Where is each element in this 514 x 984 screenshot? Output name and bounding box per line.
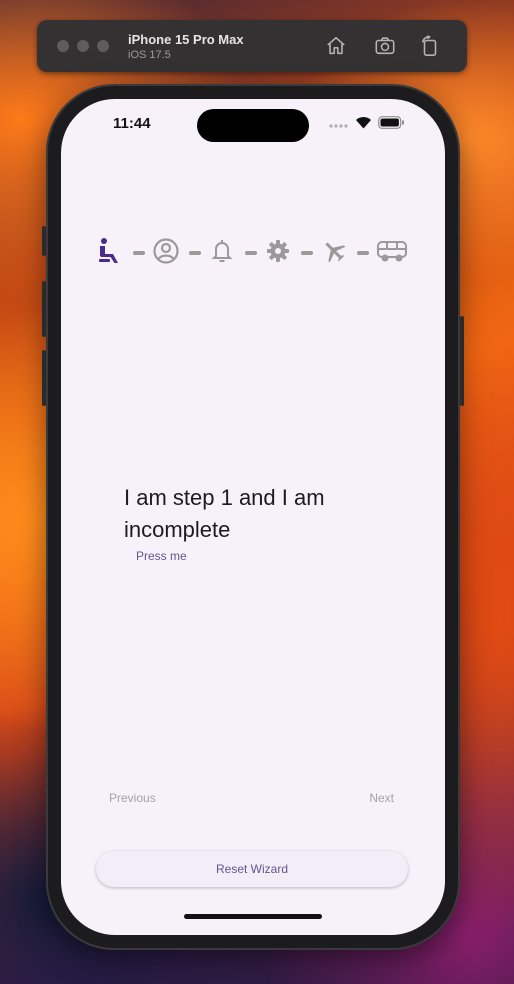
reset-wizard-button[interactable]: Reset Wizard: [96, 851, 408, 887]
bell-icon: [209, 237, 235, 270]
next-button[interactable]: Next: [365, 787, 398, 809]
step-connector: [301, 251, 313, 255]
home-icon[interactable]: [324, 34, 348, 58]
power-button: [460, 316, 464, 406]
wifi-icon: [355, 116, 372, 134]
step-6-bus[interactable]: [375, 239, 409, 267]
simulator-os-version: iOS 17.5: [128, 49, 171, 61]
step-5-flight[interactable]: [319, 239, 349, 267]
seat-icon: [96, 237, 124, 270]
window-zoom-dot[interactable]: [97, 40, 109, 52]
previous-button[interactable]: Previous: [105, 787, 160, 809]
step-content-text: I am step 1 and I am incomplete: [124, 485, 325, 542]
app-screen: 11:44 I am step 1 and I am incomplete Pr…: [61, 99, 445, 935]
simulator-device-name: iPhone 15 Pro Max: [128, 32, 244, 47]
step-3-notifications[interactable]: [207, 239, 237, 267]
step-1-seat[interactable]: [95, 237, 125, 270]
gear-icon: [265, 238, 291, 269]
step-2-account[interactable]: [151, 237, 181, 270]
step-connector: [133, 251, 145, 255]
press-me-button[interactable]: Press me: [122, 544, 201, 568]
status-time: 11:44: [113, 115, 151, 132]
step-connector: [245, 251, 257, 255]
battery-icon: [378, 116, 405, 134]
status-icons: [329, 116, 405, 134]
wizard-stepper: [95, 237, 411, 270]
action-button: [42, 226, 46, 256]
rotate-icon[interactable]: [418, 34, 442, 58]
home-indicator[interactable]: [184, 914, 322, 919]
step-4-settings[interactable]: [263, 239, 293, 267]
step-connector: [357, 251, 369, 255]
window-minimize-dot[interactable]: [77, 40, 89, 52]
screenshot-icon[interactable]: [373, 34, 397, 58]
volume-up-button: [42, 281, 46, 337]
device-frame: 11:44 I am step 1 and I am incomplete Pr…: [42, 86, 464, 948]
simulator-title-bar: iPhone 15 Pro Max iOS 17.5: [37, 20, 467, 72]
dynamic-island: [197, 109, 309, 142]
window-close-dot[interactable]: [57, 40, 69, 52]
step-connector: [189, 251, 201, 255]
volume-down-button: [42, 350, 46, 406]
airplane-icon: [321, 238, 347, 269]
cellular-signal-icon: [329, 116, 349, 134]
bus-icon: [376, 239, 408, 268]
account-circle-icon: [152, 237, 180, 270]
